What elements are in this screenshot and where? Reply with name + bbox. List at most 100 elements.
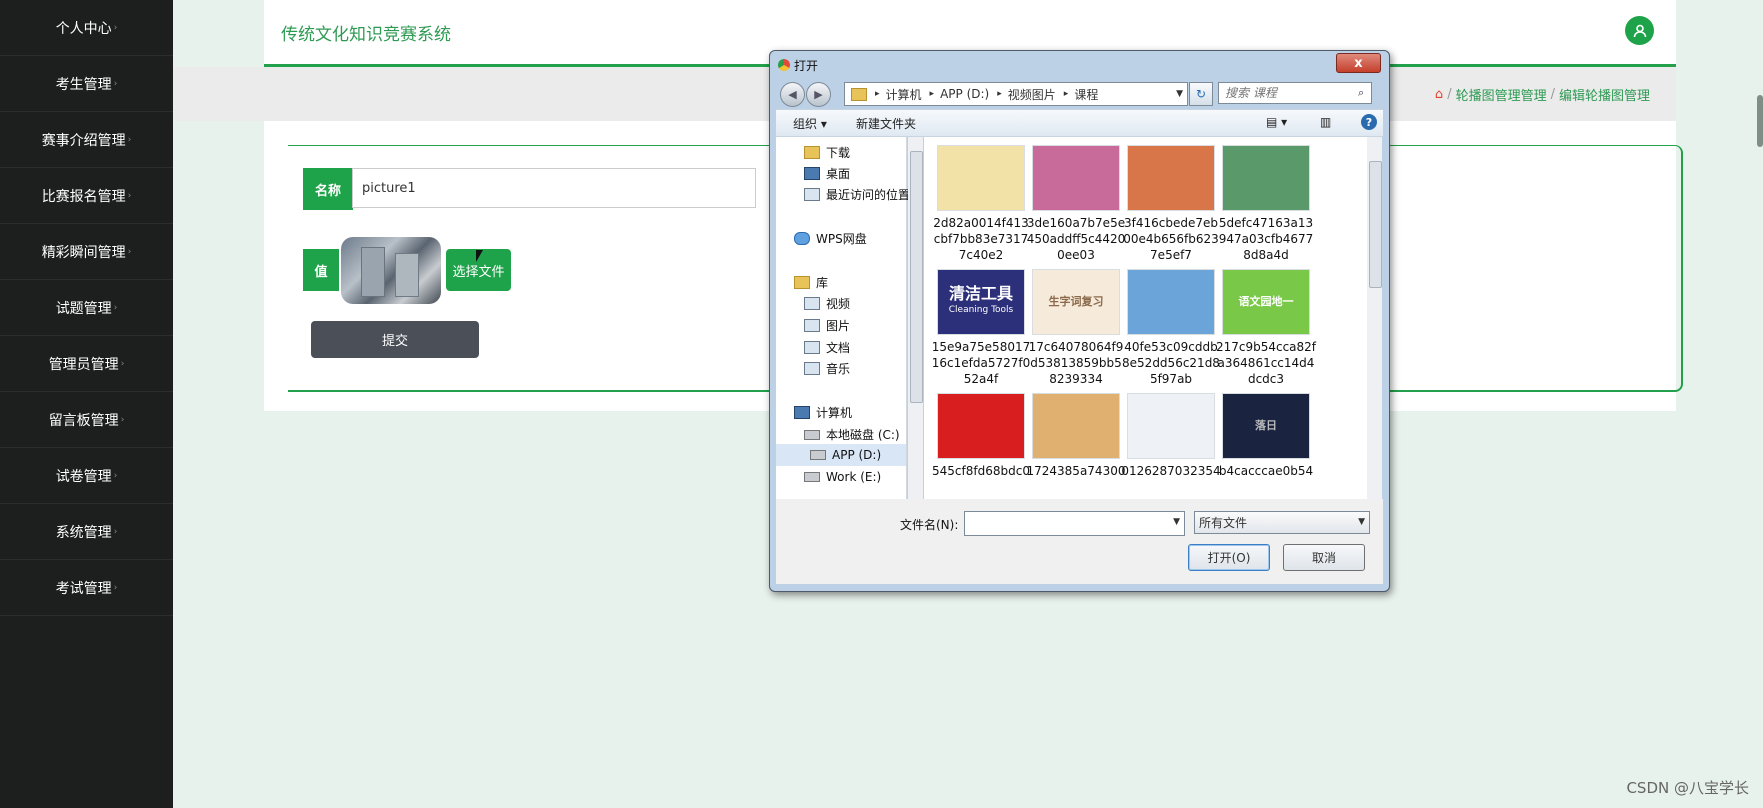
file-tile[interactable]: 2d82a0014f413 cbf7bb83e7317 7c40e2 [930,145,1032,263]
file-tile[interactable]: 清洁工具 Cleaning Tools 15e9a75e58017 16c1efda5… [930,269,1032,387]
desktop-icon [804,167,820,180]
file-tile[interactable]: 40fe53c09cddb 8e52dd56c21d8 5f97ab [1120,269,1222,387]
file-tile[interactable]: 生字词复习 17c64078064f9 d53813859bb5 8239334 [1025,269,1127,387]
page-scrollbar[interactable] [1757,95,1763,147]
chevron-icon: › [113,470,118,481]
chevron-down-icon: ▼ [1358,517,1365,527]
file-thumbnail [1032,393,1120,459]
filename-input[interactable]: ▼ [964,511,1185,536]
tree-item-videos[interactable]: 视频 [804,295,850,312]
sidebar-item-message-board[interactable]: 留言板管理 › [0,392,173,448]
file-tile[interactable]: 3de160a7b7e5e 450addff5c4420 0ee03 [1025,145,1127,263]
tree-item-libraries[interactable]: 库 [794,274,828,291]
cancel-button[interactable]: 取消 [1283,544,1365,571]
value-label: 值 [303,249,339,291]
chevron-icon: › [113,302,118,313]
sidebar-item-label: 个人中心 [55,20,112,37]
file-thumbnail: 语文园地一 [1222,269,1310,335]
tree-item-downloads[interactable]: 下载 [804,144,850,161]
tree-item-documents[interactable]: 文档 [804,339,850,356]
sidebar-item-label: 考生管理 [55,76,112,93]
library-icon [794,276,810,289]
file-name-line: 1724385a74300 [1026,464,1126,478]
file-thumbnail [1127,393,1215,459]
view-options-icon[interactable]: ▤ ▾ [1266,115,1287,129]
filetype-select[interactable]: 所有文件 ▼ [1194,511,1370,534]
thumbnail-text: 落日 [1255,419,1277,432]
file-name-line: 7c40e2 [958,248,1004,262]
file-tile[interactable]: 3f416cbede7eb 00e4b656fb623 7e5ef7 [1120,145,1222,263]
path-segment[interactable]: APP (D:) [940,87,989,101]
sidebar-item-personal-center[interactable]: 个人中心 › [0,0,173,56]
new-folder-button[interactable]: 新建文件夹 [856,115,916,132]
mouse-cursor-icon [476,250,483,262]
sidebar-item-label: 考试管理 [55,580,112,597]
sidebar-item-questions[interactable]: 试题管理 › [0,280,173,336]
file-name-line: 450addff5c4420 [1026,232,1126,246]
tree-label: 库 [816,276,829,290]
breadcrumb: ⌂ / 轮播图管理管理 / 编辑轮播图管理 [1435,85,1650,104]
sidebar-item-event-intro[interactable]: 赛事介绍管理 › [0,112,173,168]
pictures-icon [804,319,820,332]
sidebar-item-highlights[interactable]: 精彩瞬间管理 › [0,224,173,280]
sidebar-item-candidates[interactable]: 考生管理 › [0,56,173,112]
tree-item-computer[interactable]: 计算机 [794,404,852,421]
file-tile[interactable]: 5defc47163a13 947a03cfb4677 8d8a4d [1215,145,1317,263]
tree-item-music[interactable]: 音乐 [804,360,850,377]
sidebar-item-admins[interactable]: 管理员管理 › [0,336,173,392]
breadcrumb-item-carousel[interactable]: 轮播图管理管理 [1456,85,1547,104]
chevron-down-icon[interactable]: ▼ [1176,89,1183,99]
name-input[interactable] [352,168,756,208]
path-segment[interactable]: 视频图片 [1008,86,1056,103]
forward-button[interactable]: ▶ [806,82,831,107]
sidebar-item-papers[interactable]: 试卷管理 › [0,448,173,504]
address-bar[interactable]: ▸ 计算机 ▸ APP (D:) ▸ 视频图片 ▸ 课程 ▼ [844,82,1188,106]
file-name-line: 947a03cfb4677 [1218,232,1314,246]
sidebar-item-exams[interactable]: 考试管理 › [0,560,173,616]
file-name-line: 8e52dd56c21d8 [1122,356,1220,370]
refresh-icon[interactable]: ↻ [1189,82,1213,106]
folder-icon [804,146,820,159]
image-preview [341,237,441,304]
tree-scrollbar-thumb[interactable] [910,151,923,403]
submit-button[interactable]: 提交 [311,321,479,358]
search-icon[interactable]: ⌕ [1358,86,1364,100]
chevron-icon: › [120,414,125,425]
file-scrollbar-thumb[interactable] [1369,161,1382,288]
file-name-line: 8d8a4d [1243,248,1289,262]
file-tile[interactable]: 落日 b4cacccae0b54 [1215,393,1317,479]
tree-label: WPS网盘 [816,232,867,246]
tree-item-recent[interactable]: 最近访问的位置 [804,186,910,203]
file-tile[interactable]: 0126287032354 [1120,393,1222,479]
search-input[interactable] [1218,82,1372,104]
file-name-line: 00e4b656fb623 [1123,232,1219,246]
tree-item-drive-c[interactable]: 本地磁盘 (C:) [804,426,900,443]
tree-item-drive-d[interactable]: APP (D:) [776,444,906,466]
chevron-down-icon[interactable]: ▼ [1173,517,1180,527]
preview-pane-icon[interactable]: ▥ [1320,115,1331,129]
open-button[interactable]: 打开(O) [1188,544,1270,571]
file-tile[interactable]: 545cf8fd68bdc0 [930,393,1032,479]
file-name-line: 545cf8fd68bdc0 [932,464,1030,478]
path-segment[interactable]: 计算机 [886,86,922,103]
file-tile[interactable]: 1724385a74300 [1025,393,1127,479]
close-button[interactable]: x [1336,53,1381,73]
file-tile[interactable]: 语文园地一 217c9b54cca82f a364861cc14d4 dcdc3 [1215,269,1317,387]
organize-menu[interactable]: 组织 ▾ [793,115,827,132]
path-segment[interactable]: 课程 [1074,86,1098,103]
file-name-line: 3f416cbede7eb [1124,216,1218,230]
sidebar: 个人中心 › 考生管理 › 赛事介绍管理 › 比赛报名管理 › 精彩瞬间管理 › 试题管理… [0,0,173,808]
user-icon[interactable] [1625,16,1654,45]
tree-item-pictures[interactable]: 图片 [804,317,850,334]
thumbnail-text: 生字词复习 [1048,295,1104,308]
file-name-line: b4cacccae0b54 [1218,464,1314,478]
help-icon[interactable]: ? [1361,114,1377,130]
home-icon[interactable]: ⌂ [1435,87,1443,102]
tree-item-wps-cloud[interactable]: WPS网盘 [794,230,867,247]
sidebar-item-registration[interactable]: 比赛报名管理 › [0,168,173,224]
tree-item-desktop[interactable]: 桌面 [804,165,850,182]
thumbnail-text: 清洁工具 [948,284,1013,303]
back-button[interactable]: ◀ [780,82,805,107]
sidebar-item-system[interactable]: 系统管理 › [0,504,173,560]
tree-item-drive-e[interactable]: Work (E:) [804,470,881,484]
